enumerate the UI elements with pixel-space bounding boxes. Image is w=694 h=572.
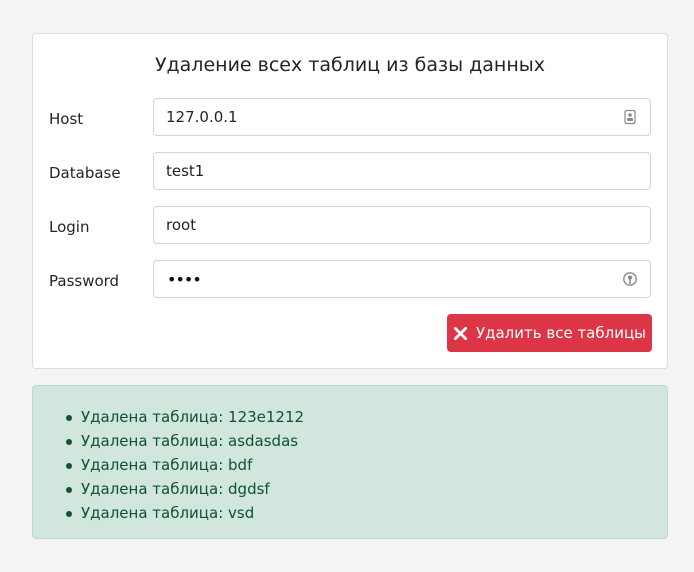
bullet-icon xyxy=(66,511,72,517)
database-input[interactable] xyxy=(154,153,650,189)
login-field-wrapper xyxy=(153,206,651,244)
close-x-icon xyxy=(453,326,468,340)
host-input[interactable] xyxy=(154,99,650,135)
list-item-text: Удалена таблица: dgdsf xyxy=(81,480,270,498)
deleted-tables-list: Удалена таблица: 123e1212 Удалена таблиц… xyxy=(66,405,305,525)
bullet-icon xyxy=(66,415,72,421)
key-autofill-icon[interactable] xyxy=(622,271,638,287)
contact-card-icon[interactable] xyxy=(622,109,638,125)
list-item: Удалена таблица: 123e1212 xyxy=(66,405,305,429)
list-item-text: Удалена таблица: 123e1212 xyxy=(81,408,305,426)
password-label: Password xyxy=(49,272,120,290)
host-field-wrapper xyxy=(153,98,651,136)
host-label: Host xyxy=(49,110,84,128)
password-masked-value[interactable]: •••• xyxy=(167,270,202,289)
login-label: Login xyxy=(49,218,90,236)
result-alert: Удалена таблица: 123e1212 Удалена таблиц… xyxy=(32,385,668,539)
database-field-wrapper xyxy=(153,152,651,190)
list-item: Удалена таблица: vsd xyxy=(66,501,304,525)
bullet-icon xyxy=(66,487,72,493)
bullet-icon xyxy=(66,439,72,445)
list-item-text: Удалена таблица: vsd xyxy=(81,504,255,522)
list-item: Удалена таблица: bdf xyxy=(66,453,304,477)
bullet-icon xyxy=(66,463,72,469)
login-input[interactable] xyxy=(154,207,650,243)
password-field-wrapper[interactable]: •••• xyxy=(153,260,651,298)
list-item-text: Удалена таблица: asdasdas xyxy=(81,432,299,450)
form-title: Удаление всех таблиц из базы данных xyxy=(154,54,546,76)
drop-tables-form-card: Удаление всех таблиц из базы данных Host… xyxy=(32,33,668,369)
list-item: Удалена таблица: dgdsf xyxy=(66,477,304,501)
list-item: Удалена таблица: asdasdas xyxy=(66,429,304,453)
delete-all-tables-button[interactable]: Удалить все таблицы xyxy=(447,314,652,352)
database-label: Database xyxy=(49,164,121,182)
list-item-text: Удалена таблица: bdf xyxy=(81,456,253,474)
delete-button-label: Удалить все таблицы xyxy=(475,324,647,342)
